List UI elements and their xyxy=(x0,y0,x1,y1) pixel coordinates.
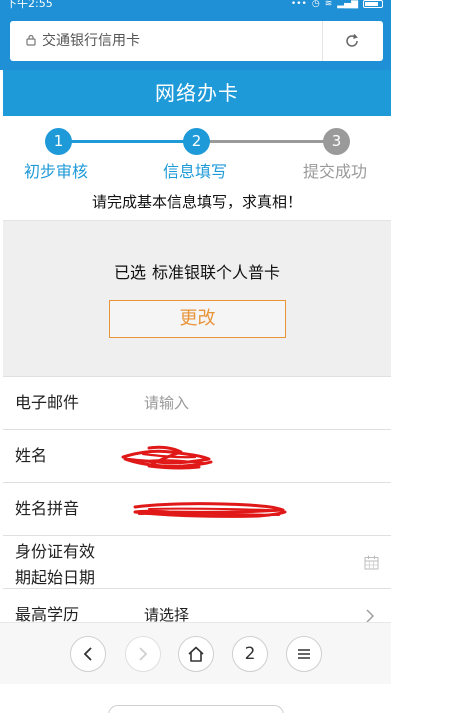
status-bar: 下午2:55 ••• ◷ ≋ ▂▄▆ xyxy=(0,0,391,12)
notification-dots-icon: ••• xyxy=(290,0,307,9)
name-row[interactable]: 姓名 xyxy=(3,429,391,482)
wifi-icon: ≋ xyxy=(324,0,333,9)
step-1-label: 初步审核 xyxy=(24,162,89,181)
name-redaction-scribble xyxy=(121,445,213,470)
signal-icon: ▂▄▆ xyxy=(337,0,358,9)
browser-toolbar: 交通银行信用卡 xyxy=(0,12,391,70)
step-indicator: 1 2 3 初步审核 信息填写 提交成功 请完成基本信息填写，求真相！ xyxy=(3,116,391,220)
status-time: 下午2:55 xyxy=(6,0,53,10)
info-form: 电子邮件 请输入 姓名 姓名拼音 身份证有效 期起始日期 最高学历 请选择 xyxy=(3,376,391,641)
page-header: 网络办卡 xyxy=(3,70,391,116)
step-3-label: 提交成功 xyxy=(303,162,368,181)
step-2-label: 信息填写 xyxy=(163,162,228,181)
selected-card-line: 已选 标准银联个人普卡 xyxy=(3,262,391,284)
id-start-date-label-line2: 期起始日期 xyxy=(15,568,96,587)
step-3-circle: 3 xyxy=(323,128,350,155)
step-hint: 请完成基本信息填写，求真相！ xyxy=(91,193,302,211)
tabs-button[interactable]: 2 xyxy=(232,636,268,672)
address-text: 交通银行信用卡 xyxy=(42,33,140,49)
name-pinyin-row[interactable]: 姓名拼音 xyxy=(3,482,391,535)
calendar-icon[interactable] xyxy=(364,555,379,570)
menu-button[interactable] xyxy=(286,636,322,672)
refresh-icon[interactable] xyxy=(344,33,360,49)
selected-card-name: 标准银联个人普卡 xyxy=(152,263,281,282)
back-button[interactable] xyxy=(70,636,106,672)
address-bar[interactable]: 交通银行信用卡 xyxy=(10,21,383,61)
selected-prefix: 已选 xyxy=(113,263,146,282)
page-title: 网络办卡 xyxy=(155,81,239,105)
forward-button[interactable] xyxy=(125,636,161,672)
id-start-date-label-line1: 身份证有效 xyxy=(15,542,96,561)
menu-icon xyxy=(298,649,310,659)
id-start-date-row[interactable]: 身份证有效期起始日期 xyxy=(3,535,391,588)
browser-bottom-nav: 2 xyxy=(0,622,391,684)
step-1-circle: 1 xyxy=(45,128,72,155)
alarm-icon: ◷ xyxy=(311,0,320,9)
step-connector-done xyxy=(59,140,199,143)
name-pinyin-label: 姓名拼音 xyxy=(15,499,80,518)
back-icon xyxy=(83,647,92,661)
lock-icon xyxy=(26,34,36,46)
name-label: 姓名 xyxy=(15,446,48,465)
home-button[interactable] xyxy=(178,636,214,672)
email-row[interactable]: 电子邮件 请输入 xyxy=(3,376,391,429)
step-2-circle: 2 xyxy=(183,128,210,155)
id-start-date-label: 身份证有效期起始日期 xyxy=(15,539,95,591)
home-icon xyxy=(188,646,204,662)
selected-card-panel: 已选 标准银联个人普卡 更改 xyxy=(3,220,391,376)
email-label: 电子邮件 xyxy=(15,393,80,412)
email-input[interactable]: 请输入 xyxy=(144,393,189,413)
step-connector-pending xyxy=(199,140,339,143)
forward-icon xyxy=(139,647,148,661)
pinyin-redaction-scribble xyxy=(133,502,287,518)
address-divider xyxy=(322,21,323,61)
battery-icon xyxy=(363,0,383,8)
status-icons: ••• ◷ ≋ ▂▄▆ xyxy=(291,0,383,10)
phone-screen: 下午2:55 ••• ◷ ≋ ▂▄▆ 交通银行信用卡 网络办卡 1 2 3 初步… xyxy=(0,0,391,713)
home-indicator xyxy=(108,705,284,713)
change-card-button[interactable]: 更改 xyxy=(109,300,286,338)
